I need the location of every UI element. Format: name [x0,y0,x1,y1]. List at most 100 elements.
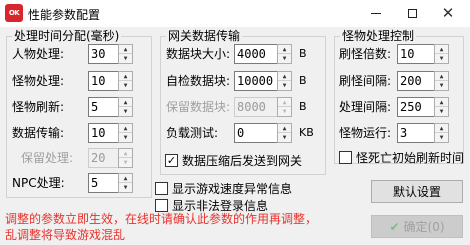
checkbox-empty-icon [155,182,168,195]
spin-up-icon: ▲ [278,98,291,107]
minimize-button[interactable] [358,0,394,27]
process-interval-label: 处理间隔: [339,100,392,114]
monster-dead-checkbox[interactable]: 怪死亡初始刷新时间 [339,149,464,166]
monster-run-label: 怪物运行: [339,126,392,140]
self-check-block-spinner[interactable]: ▲ ▼ [277,71,292,91]
spin-down-icon[interactable]: ▼ [435,107,448,116]
load-test-label: 负载测试: [166,126,219,140]
human-process-label: 人物处理: [12,47,65,61]
data-transfer-spinner[interactable]: ▲ ▼ [118,123,133,143]
self-check-block-field[interactable]: 10000 ▲ ▼ [234,71,292,91]
spawn-multiplier-spinner[interactable]: ▲ ▼ [434,44,449,64]
compress-checkbox-label: 数据压缩后发送到网关 [182,154,303,168]
monster-process-spinner[interactable]: ▲ ▼ [118,71,133,91]
maximize-icon [407,9,417,18]
spin-up-icon[interactable]: ▲ [278,72,291,81]
spin-up-icon[interactable]: ▲ [119,124,132,133]
ok-button[interactable]: ✔ 确定(0) [371,215,463,238]
spin-up-icon[interactable]: ▲ [119,174,132,183]
spin-up-icon[interactable]: ▲ [119,45,132,54]
spin-up-icon[interactable]: ▲ [278,45,291,54]
npc-process-spinner[interactable]: ▲ ▼ [118,173,133,193]
spin-up-icon[interactable]: ▲ [278,124,291,133]
monster-process-field[interactable]: 10 ▲ ▼ [88,71,133,91]
spin-up-icon: ▲ [119,149,132,158]
spin-down-icon[interactable]: ▼ [119,107,132,116]
npc-process-field[interactable]: 5 ▲ ▼ [88,173,133,193]
data-transfer-field[interactable]: 10 ▲ ▼ [88,123,133,143]
show-speed-checkbox[interactable]: 显示游戏速度异常信息 [155,180,292,197]
spin-down-icon[interactable]: ▼ [119,133,132,142]
app-icon: OK [5,4,23,22]
reserved-block-label: 保留数据块: [166,100,231,114]
human-process-field[interactable]: 30 ▲ ▼ [88,44,133,64]
maximize-button[interactable] [394,0,430,27]
block-size-unit: B [299,47,307,60]
monster-process-label: 怪物处理: [12,74,65,88]
window-title: 性能参数配置 [28,8,101,22]
reserved-block-field: 8000 ▲ ▼ [234,97,292,117]
data-transfer-label: 数据传输: [12,126,65,140]
spin-down-icon[interactable]: ▼ [278,54,291,63]
spin-down-icon: ▼ [282,108,287,115]
load-test-unit: KB [299,126,314,139]
spawn-interval-spinner[interactable]: ▲ ▼ [434,71,449,91]
spin-up-icon[interactable]: ▲ [435,72,448,81]
monster-dead-checkbox-label: 怪死亡初始刷新时间 [356,151,465,165]
block-size-field[interactable]: 4000 ▲ ▼ [234,44,292,64]
reserved-process-field: 20 ▲ ▼ [88,148,133,168]
spin-down-icon[interactable]: ▼ [278,81,291,90]
title-bar: OK 性能参数配置 ✕ [0,0,470,27]
process-interval-field[interactable]: 250 ▲ ▼ [397,97,449,117]
warning-line-2: 乱调整将导致游戏混乱 [5,228,126,242]
self-check-block-label: 自检数据块: [166,74,231,88]
spin-down-icon: ▼ [123,159,128,166]
spin-up-icon[interactable]: ▲ [435,45,448,54]
human-process-spinner[interactable]: ▲ ▼ [118,44,133,64]
time-allocation-title: 处理时间分配(毫秒) [12,29,122,43]
reserved-process-label: 保留处理: [21,151,74,165]
reserved-process-spinner: ▲ ▼ [118,148,133,168]
reserved-block-unit: B [299,100,307,113]
compress-checkbox[interactable]: ✓ 数据压缩后发送到网关 [165,152,302,169]
time-allocation-group: 处理时间分配(毫秒) 人物处理: 30 ▲ ▼ 怪物处理: 10 ▲ ▼ 怪物刷新:… [6,29,152,198]
spin-down-icon[interactable]: ▼ [119,81,132,90]
monster-run-field[interactable]: 3 ▲ ▼ [397,123,449,143]
block-size-label: 数据块大小: [166,47,231,61]
spin-up-icon[interactable]: ▲ [119,72,132,81]
show-speed-checkbox-label: 显示游戏速度异常信息 [172,182,293,196]
gateway-transfer-group: 网关数据传输 数据块大小: 4000 ▲ ▼ B 自检数据块: 10000 ▲ ▼ … [160,29,326,175]
monster-control-title: 怪物处理控制 [340,29,417,43]
close-button[interactable]: ✕ [430,0,466,27]
spin-down-icon[interactable]: ▼ [119,54,132,63]
minimize-icon [371,13,381,14]
gateway-transfer-title: 网关数据传输 [166,29,243,43]
checkbox-empty-icon [339,151,352,164]
spin-down-icon[interactable]: ▼ [435,133,448,142]
spin-down-icon[interactable]: ▼ [278,133,291,142]
load-test-spinner[interactable]: ▲ ▼ [277,123,292,143]
monster-refresh-label: 怪物刷新: [12,100,65,114]
spin-down-icon[interactable]: ▼ [435,81,448,90]
close-icon: ✕ [441,4,455,22]
ok-button-label: 确定(0) [403,220,445,234]
spin-down-icon[interactable]: ▼ [119,183,132,192]
spawn-multiplier-field[interactable]: 10 ▲ ▼ [397,44,449,64]
process-interval-spinner[interactable]: ▲ ▼ [434,97,449,117]
spin-up-icon[interactable]: ▲ [435,124,448,133]
default-settings-button[interactable]: 默认设置 [371,180,463,203]
monster-refresh-spinner[interactable]: ▲ ▼ [118,97,133,117]
self-check-block-unit: B [299,74,307,87]
monster-refresh-field[interactable]: 5 ▲ ▼ [88,97,133,117]
load-test-field[interactable]: 0 ▲ ▼ [234,123,292,143]
checkmark-icon: ✔ [389,219,400,234]
spawn-multiplier-label: 刷怪倍数: [339,47,392,61]
spin-down-icon[interactable]: ▼ [435,54,448,63]
spin-up-icon[interactable]: ▲ [435,98,448,107]
spawn-interval-field[interactable]: 200 ▲ ▼ [397,71,449,91]
block-size-spinner[interactable]: ▲ ▼ [277,44,292,64]
reserved-block-spinner: ▲ ▼ [277,97,292,117]
monster-run-spinner[interactable]: ▲ ▼ [434,123,449,143]
monster-control-group: 怪物处理控制 刷怪倍数: 10 ▲ ▼ 刷怪间隔: 200 ▲ ▼ 处理间隔: 25… [334,29,464,166]
spin-up-icon[interactable]: ▲ [119,98,132,107]
